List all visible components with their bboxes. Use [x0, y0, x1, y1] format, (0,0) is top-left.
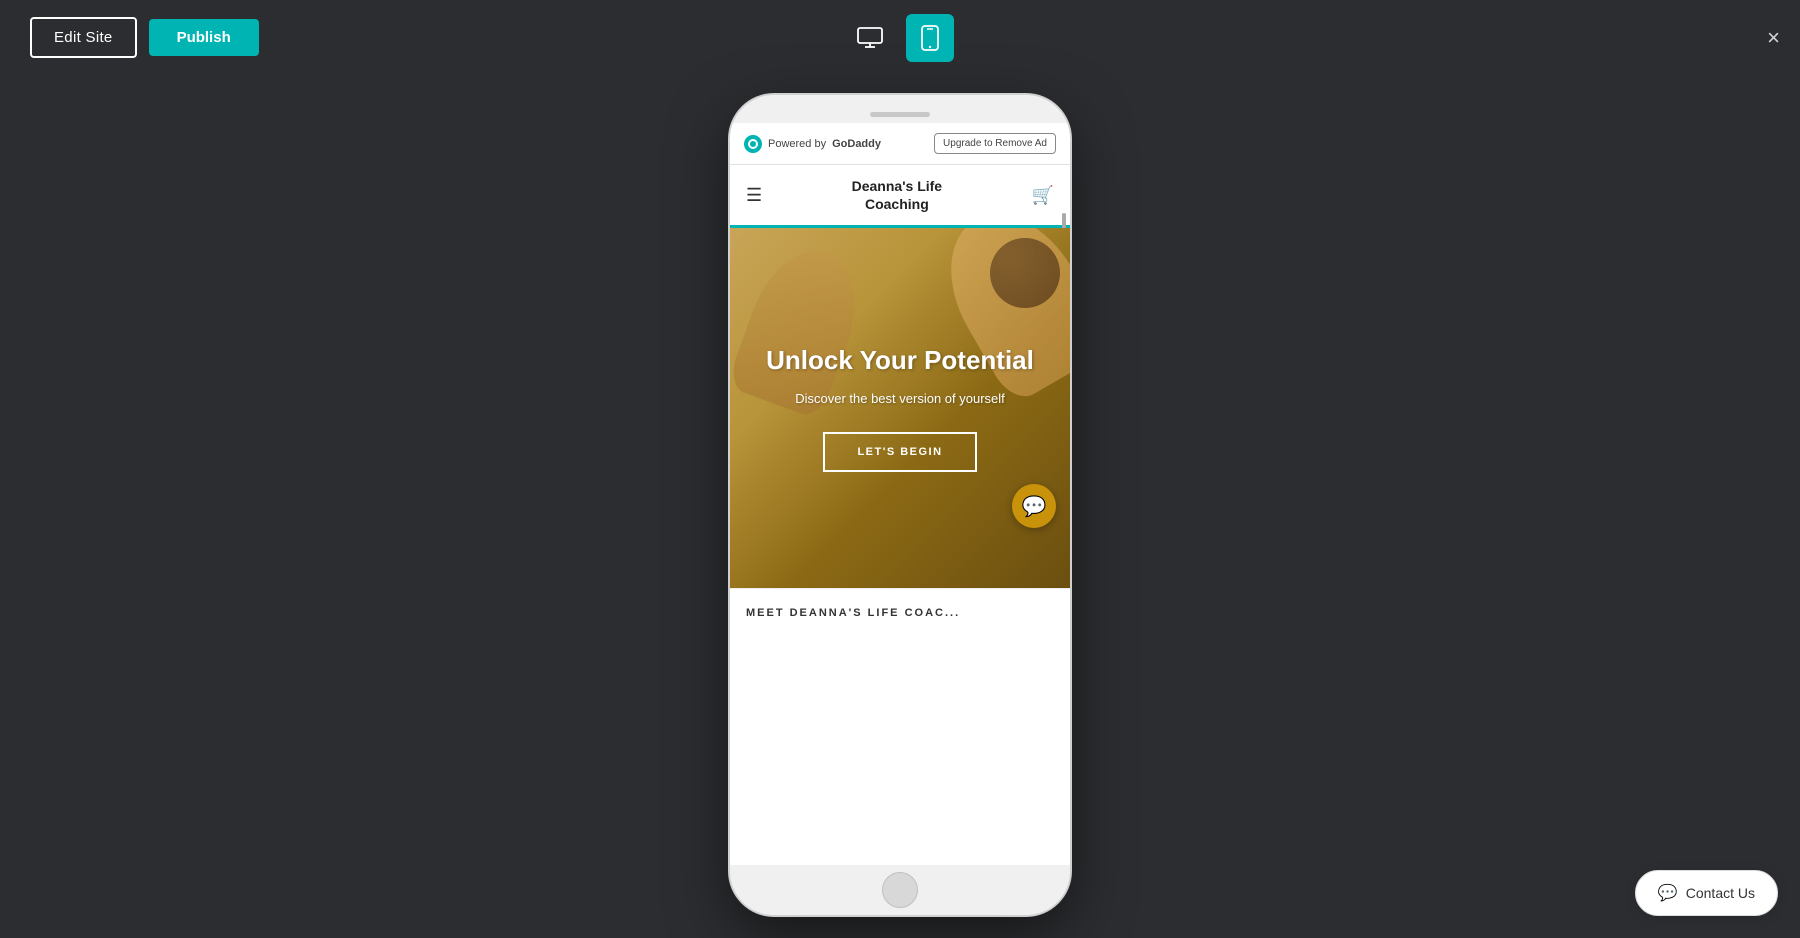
godaddy-logo: Powered by GoDaddy [744, 135, 881, 153]
contact-us-label: Contact Us [1686, 885, 1755, 901]
hero-subtitle: Discover the best version of yourself [766, 390, 1034, 408]
desktop-icon [857, 27, 883, 49]
hero-title: Unlock Your Potential [766, 345, 1034, 376]
view-toggle [846, 14, 954, 62]
chat-bubble-button[interactable]: 💬 [1012, 484, 1056, 528]
site-navigation: ☰ Deanna's Life Coaching 🛒 [730, 165, 1070, 228]
phone-bottom [730, 865, 1070, 915]
close-area: × [1767, 25, 1780, 51]
mobile-icon [921, 25, 939, 51]
desktop-view-button[interactable] [846, 14, 894, 62]
phone-screen: Powered by GoDaddy Upgrade to Remove Ad … [730, 123, 1070, 865]
hero-content: Unlock Your Potential Discover the best … [746, 345, 1054, 472]
phone-mockup: Powered by GoDaddy Upgrade to Remove Ad … [730, 95, 1070, 915]
meet-section-title: MEET DEANNA'S LIFE COAC... [746, 607, 1054, 619]
hero-section: Unlock Your Potential Discover the best … [730, 228, 1070, 588]
toolbar: Edit Site Publish × [0, 0, 1800, 75]
home-button[interactable] [882, 872, 918, 908]
phone-top-bar [730, 95, 1070, 123]
spice-dots-decoration [990, 238, 1060, 308]
godaddy-icon-inner [748, 139, 758, 149]
publish-button[interactable]: Publish [149, 19, 259, 56]
mobile-view-button[interactable] [906, 14, 954, 62]
godaddy-banner: Powered by GoDaddy Upgrade to Remove Ad [730, 123, 1070, 165]
site-title-line1: Deanna's Life [852, 177, 942, 195]
cart-icon[interactable]: 🛒 [1032, 185, 1054, 206]
close-button[interactable]: × [1767, 25, 1780, 51]
phone-speaker [870, 112, 930, 117]
chat-bubble-icon: 💬 [1022, 494, 1047, 519]
upgrade-button[interactable]: Upgrade to Remove Ad [934, 133, 1056, 154]
lets-begin-button[interactable]: LET'S BEGIN [823, 432, 976, 472]
godaddy-brand: GoDaddy [832, 138, 881, 150]
godaddy-icon [744, 135, 762, 153]
phone-outer: Powered by GoDaddy Upgrade to Remove Ad … [730, 95, 1070, 915]
edit-site-button[interactable]: Edit Site [30, 17, 137, 58]
site-title: Deanna's Life Coaching [852, 177, 942, 213]
meet-section: MEET DEANNA'S LIFE COAC... [730, 588, 1070, 637]
powered-by-text: Powered by [768, 138, 826, 150]
contact-us-icon: 💬 [1658, 883, 1678, 903]
site-title-line2: Coaching [852, 195, 942, 213]
contact-us-button[interactable]: 💬 Contact Us [1635, 870, 1778, 916]
hamburger-icon[interactable]: ☰ [746, 185, 762, 206]
